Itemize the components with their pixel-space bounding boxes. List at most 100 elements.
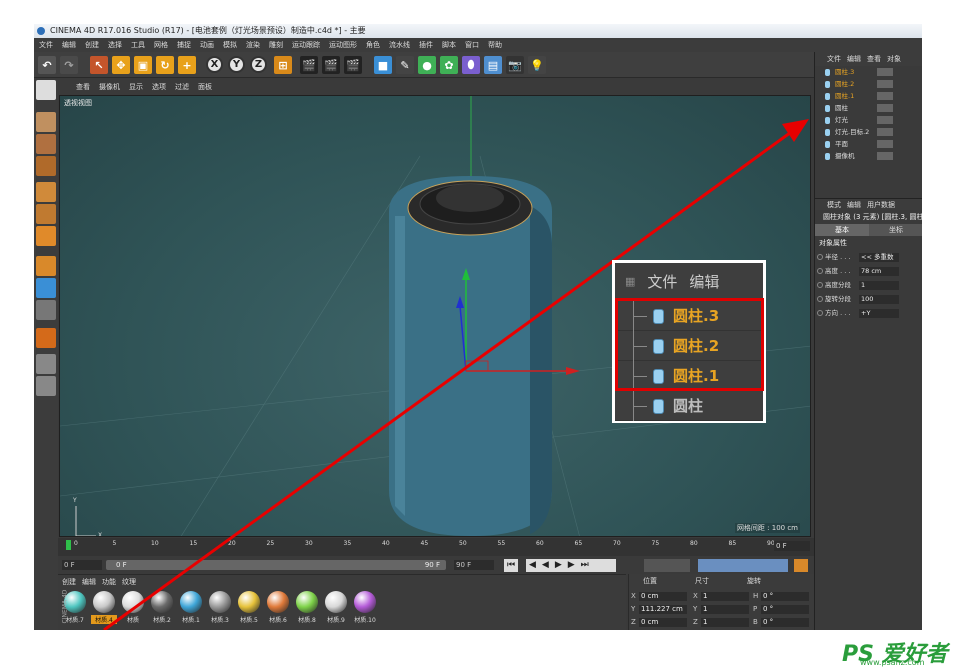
move-tool-icon[interactable]: ✥ (112, 56, 130, 74)
menu-item[interactable]: 文件 (39, 38, 53, 52)
material-swatch[interactable]: 材质.8 (294, 591, 320, 627)
object-row[interactable]: 圆柱.3 (815, 66, 922, 78)
redo-icon[interactable]: ↷ (60, 56, 78, 74)
material-menu-item[interactable]: 功能 (102, 577, 116, 587)
viewport-menu-item[interactable]: 显示 (129, 80, 143, 94)
camera-icon[interactable]: 📷 (506, 56, 524, 74)
axis-mode-icon[interactable] (36, 256, 56, 276)
tab-basic[interactable]: 基本 (815, 224, 869, 236)
material-swatch[interactable]: 材质.5 (236, 591, 262, 627)
render-picture-icon[interactable]: 🎬 (322, 56, 340, 74)
timeline-end-field[interactable]: 0 F (774, 541, 810, 551)
menu-item[interactable]: 脚本 (442, 38, 456, 52)
snap-icon[interactable] (36, 300, 56, 320)
material-swatch[interactable]: 材质 (120, 591, 146, 627)
coord-field[interactable]: 0 ° (761, 618, 809, 627)
object-row[interactable]: 摄像机 (815, 150, 922, 162)
visibility-flags-icon[interactable] (877, 116, 893, 124)
menu-item[interactable]: 工具 (131, 38, 145, 52)
object-menu-item[interactable]: 查看 (867, 52, 881, 66)
key-mode-icons[interactable] (698, 559, 788, 572)
material-menu-item[interactable]: 创建 (62, 577, 76, 587)
workplane-icon[interactable] (36, 156, 56, 176)
scale-tool-icon[interactable]: ▣ (134, 56, 152, 74)
menu-item[interactable]: 流水线 (389, 38, 410, 52)
playhead[interactable] (66, 540, 71, 550)
attribute-menu-item[interactable]: 模式 (827, 199, 841, 210)
render-settings-icon[interactable]: 🎬 (344, 56, 362, 74)
menu-item[interactable]: 运动跟踪 (292, 38, 320, 52)
material-swatch[interactable]: 材质.6 (265, 591, 291, 627)
coordinate-system-icon[interactable]: ⊞ (274, 56, 292, 74)
viewport-menu-item[interactable]: 查看 (76, 80, 90, 94)
attribute-menu-item[interactable]: 编辑 (847, 199, 861, 210)
texture-mode-icon[interactable] (36, 134, 56, 154)
object-row[interactable]: 灯光 (815, 114, 922, 126)
object-menu-item[interactable]: 编辑 (847, 52, 861, 66)
points-mode-icon[interactable] (36, 182, 56, 202)
attribute-value[interactable]: +Y (859, 309, 899, 318)
menu-item[interactable]: 编辑 (62, 38, 76, 52)
viewport-menu-item[interactable]: 过滤 (175, 80, 189, 94)
attribute-value[interactable]: 1 (859, 281, 899, 290)
deformer-icon[interactable]: ⬮ (462, 56, 480, 74)
object-row[interactable]: 圆柱.1 (815, 90, 922, 102)
timeline-ruler[interactable]: 0 5 10 15 20 25 30 35 40 45 50 55 60 65 70 75 80 85 90 0 F (58, 538, 814, 556)
visibility-flags-icon[interactable] (877, 80, 893, 88)
animate-radio-icon[interactable] (817, 296, 823, 302)
rotate-tool-icon[interactable]: ↻ (156, 56, 174, 74)
menu-item[interactable]: 帮助 (488, 38, 502, 52)
object-row[interactable]: 圆柱.2 (815, 78, 922, 90)
workplane-lock-icon[interactable] (36, 354, 56, 374)
magnet-icon[interactable] (36, 328, 56, 348)
menu-item[interactable]: 角色 (366, 38, 380, 52)
coord-field[interactable]: 0 ° (761, 605, 809, 614)
playback-controls[interactable]: ◀◀▶▶⏭ (526, 559, 616, 572)
timeline-layout-icon[interactable] (794, 559, 808, 572)
menu-item[interactable]: 创建 (85, 38, 99, 52)
menu-item[interactable]: 运动图形 (329, 38, 357, 52)
object-menu-item[interactable]: 文件 (827, 52, 841, 66)
menu-item[interactable]: 窗口 (465, 38, 479, 52)
z-axis-lock-button[interactable]: Z (250, 56, 267, 73)
light-bulb-icon[interactable]: 💡 (528, 56, 546, 74)
coord-field[interactable]: 111.227 cm (639, 605, 687, 614)
battery-cylinder[interactable] (389, 176, 552, 536)
polygons-mode-icon[interactable] (36, 226, 56, 246)
tab-coord[interactable]: 坐标 (869, 224, 922, 236)
floor-scene-icon[interactable]: ▤ (484, 56, 502, 74)
material-swatch[interactable]: 材质.3 (207, 591, 233, 627)
y-axis-lock-button[interactable]: Y (228, 56, 245, 73)
material-swatch[interactable]: 材质.1 (178, 591, 204, 627)
end-frame-field[interactable]: 90 F (454, 560, 494, 570)
coord-field[interactable]: 1 (701, 605, 749, 614)
undo-icon[interactable]: ↶ (38, 56, 56, 74)
menu-item[interactable]: 选择 (108, 38, 122, 52)
coord-field[interactable]: 0 cm (639, 618, 687, 627)
menu-item[interactable]: 动画 (200, 38, 214, 52)
menu-item[interactable]: 插件 (419, 38, 433, 52)
model-mode-icon[interactable] (36, 80, 56, 100)
material-swatch[interactable]: 材质.4 (91, 591, 117, 627)
menu-item[interactable]: 捕捉 (177, 38, 191, 52)
object-mode-icon[interactable] (36, 112, 56, 132)
material-swatch[interactable]: 材质.10 (352, 591, 378, 627)
select-arrow-icon[interactable]: ↖ (90, 56, 108, 74)
animate-radio-icon[interactable] (817, 268, 823, 274)
viewport-menu-item[interactable]: 摄像机 (99, 80, 120, 94)
grid-icon[interactable] (36, 376, 56, 396)
coord-field[interactable]: 1 (701, 618, 749, 627)
attribute-value[interactable]: 100 (859, 295, 899, 304)
menu-item[interactable]: 模拟 (223, 38, 237, 52)
menu-item[interactable]: 网格 (154, 38, 168, 52)
material-menu-item[interactable]: 纹理 (122, 577, 136, 587)
object-row[interactable]: 灯光.目标.2 (815, 126, 922, 138)
visibility-flags-icon[interactable] (877, 104, 893, 112)
visibility-flags-icon[interactable] (877, 68, 893, 76)
attribute-value[interactable]: << 多重数 (859, 253, 899, 262)
attribute-menu-item[interactable]: 用户数据 (867, 199, 895, 210)
visibility-flags-icon[interactable] (877, 140, 893, 148)
material-menu-item[interactable]: 编辑 (82, 577, 96, 587)
viewport-menu-item[interactable]: 选项 (152, 80, 166, 94)
animate-radio-icon[interactable] (817, 282, 823, 288)
